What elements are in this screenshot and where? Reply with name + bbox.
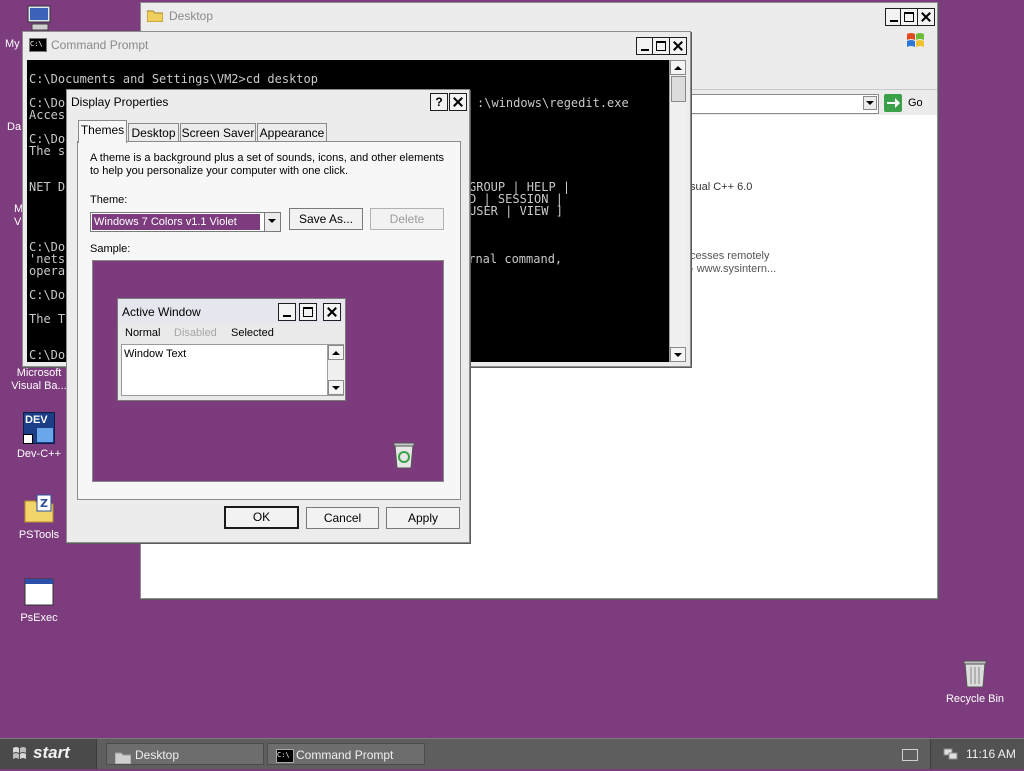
console-line: Acces <box>29 108 66 122</box>
file-label[interactable]: cesses remotely <box>690 250 769 262</box>
svg-text:Z: Z <box>40 497 48 510</box>
chevron-down-icon[interactable] <box>863 96 877 110</box>
tab-desktop[interactable]: Desktop <box>128 123 179 142</box>
preview-menu-disabled: Disabled <box>174 327 217 339</box>
go-button[interactable]: Go <box>884 94 930 112</box>
desktop-icon-label: Da <box>7 121 22 133</box>
scroll-up-arrow-icon[interactable] <box>670 60 686 75</box>
sample-label: Sample: <box>90 243 131 255</box>
console-line: :\windows\regedit.exe <box>477 96 629 110</box>
desktop-icon-label: V <box>14 216 22 228</box>
maximize-button[interactable] <box>652 37 670 55</box>
taskbar-item-label: Command Prompt <box>296 748 394 762</box>
file-label[interactable]: - www.sysintern... <box>690 263 776 275</box>
console-line: ernal command, <box>461 252 563 266</box>
application-icon <box>23 576 55 608</box>
window-title: Desktop <box>169 9 214 23</box>
maximize-button <box>299 303 317 321</box>
tab-screen-saver[interactable]: Screen Saver <box>180 123 256 142</box>
console-line: The s <box>29 144 66 158</box>
windows-logo-icon <box>12 746 28 762</box>
theme-select[interactable]: Windows 7 Colors v1.1 Violet <box>90 212 281 232</box>
tab-appearance[interactable]: Appearance <box>257 123 327 142</box>
scroll-thumb[interactable] <box>671 76 686 102</box>
desktop-icon-label: PsExec <box>20 612 58 624</box>
dialog-titlebar[interactable]: Display Properties ? <box>67 90 469 114</box>
devcpp-badge: DEV <box>25 414 48 426</box>
cmd-icon: C:\ <box>29 38 47 52</box>
folder-icon <box>114 749 132 765</box>
maximize-button[interactable] <box>900 8 918 26</box>
console-line: The T <box>29 312 66 326</box>
window-title: Command Prompt <box>51 38 149 52</box>
close-button <box>323 303 341 321</box>
scroll-down-arrow-icon[interactable] <box>670 347 686 362</box>
preview-text-area: Window Text <box>121 344 344 396</box>
preview-menu-selected: Selected <box>231 327 274 339</box>
console-line: NET D <box>29 180 66 194</box>
keyboard-icon[interactable] <box>902 749 918 761</box>
go-arrow-icon <box>884 94 902 112</box>
console-line: USER | VIEW ] <box>469 204 563 218</box>
system-tray: 11:16 AM <box>930 739 1024 769</box>
theme-label: Theme: <box>90 194 128 206</box>
cancel-button[interactable]: Cancel <box>306 507 379 529</box>
console-scrollbar[interactable] <box>669 60 686 362</box>
preview-scrollbar <box>327 345 344 395</box>
console-line: C:\Do <box>29 348 66 362</box>
close-button[interactable] <box>669 37 687 55</box>
close-button[interactable] <box>449 93 467 111</box>
minimize-button <box>278 303 296 321</box>
window-title: Display Properties <box>71 95 169 109</box>
network-icon[interactable] <box>943 747 959 761</box>
cmd-icon: C:\ <box>276 749 294 763</box>
preview-window-text: Window Text <box>124 348 187 360</box>
close-button[interactable] <box>917 8 935 26</box>
clock[interactable]: 11:16 AM <box>966 747 1016 761</box>
help-button[interactable]: ? <box>430 93 448 111</box>
start-button[interactable]: start <box>0 739 97 769</box>
desktop-icon-recycle-bin[interactable]: Recycle Bin <box>935 657 1015 706</box>
explorer-titlebar[interactable]: Desktop <box>141 3 937 29</box>
apply-button[interactable]: Apply <box>386 507 460 529</box>
preview-menu-normal: Normal <box>125 327 161 339</box>
theme-description: to help you personalize your computer wi… <box>90 165 349 177</box>
delete-button[interactable]: Delete <box>370 208 444 230</box>
taskbar-item-desktop[interactable]: Desktop <box>106 743 264 765</box>
scroll-down-arrow-icon <box>328 380 344 395</box>
address-bar[interactable] <box>689 94 879 114</box>
save-as-button[interactable]: Save As... <box>289 208 363 230</box>
recycle-bin-icon <box>959 657 991 689</box>
preview-title: Active Window <box>122 305 201 319</box>
tab-themes[interactable]: Themes <box>78 120 127 143</box>
taskbar: start Desktop C:\ Command Prompt 11:16 A… <box>0 738 1024 769</box>
scroll-up-arrow-icon <box>328 345 344 360</box>
ok-button[interactable]: OK <box>224 506 299 529</box>
desktop-icon-label: Recycle Bin <box>945 693 1005 705</box>
taskbar-item-label: Desktop <box>135 748 180 762</box>
windows-logo-icon <box>906 31 926 49</box>
cmd-titlebar[interactable]: C:\ Command Prompt <box>23 32 690 58</box>
theme-select-value: Windows 7 Colors v1.1 Violet <box>92 214 260 230</box>
desktop-icon-label: My <box>5 38 20 50</box>
folder-icon <box>146 9 164 23</box>
console-line: C:\Do <box>29 288 66 302</box>
file-label[interactable]: sual C++ 6.0 <box>690 181 752 193</box>
recycle-bin-icon <box>390 440 418 470</box>
go-label: Go <box>908 97 923 109</box>
console-line: C:\Documents and Settings\VM2>cd desktop <box>29 72 318 86</box>
console-line: opera <box>29 264 66 278</box>
taskbar-item-command-prompt[interactable]: C:\ Command Prompt <box>267 743 425 765</box>
chevron-down-icon[interactable] <box>264 213 280 231</box>
preview-window: Active Window Normal Disabled Selected W… <box>117 298 346 401</box>
start-label: start <box>33 743 70 762</box>
devcpp-icon: DEV <box>23 412 55 444</box>
desktop-icon-psexec[interactable]: PsExec <box>0 576 79 625</box>
folder-icon: Z <box>23 493 55 525</box>
theme-description: A theme is a background plus a set of so… <box>90 152 445 164</box>
